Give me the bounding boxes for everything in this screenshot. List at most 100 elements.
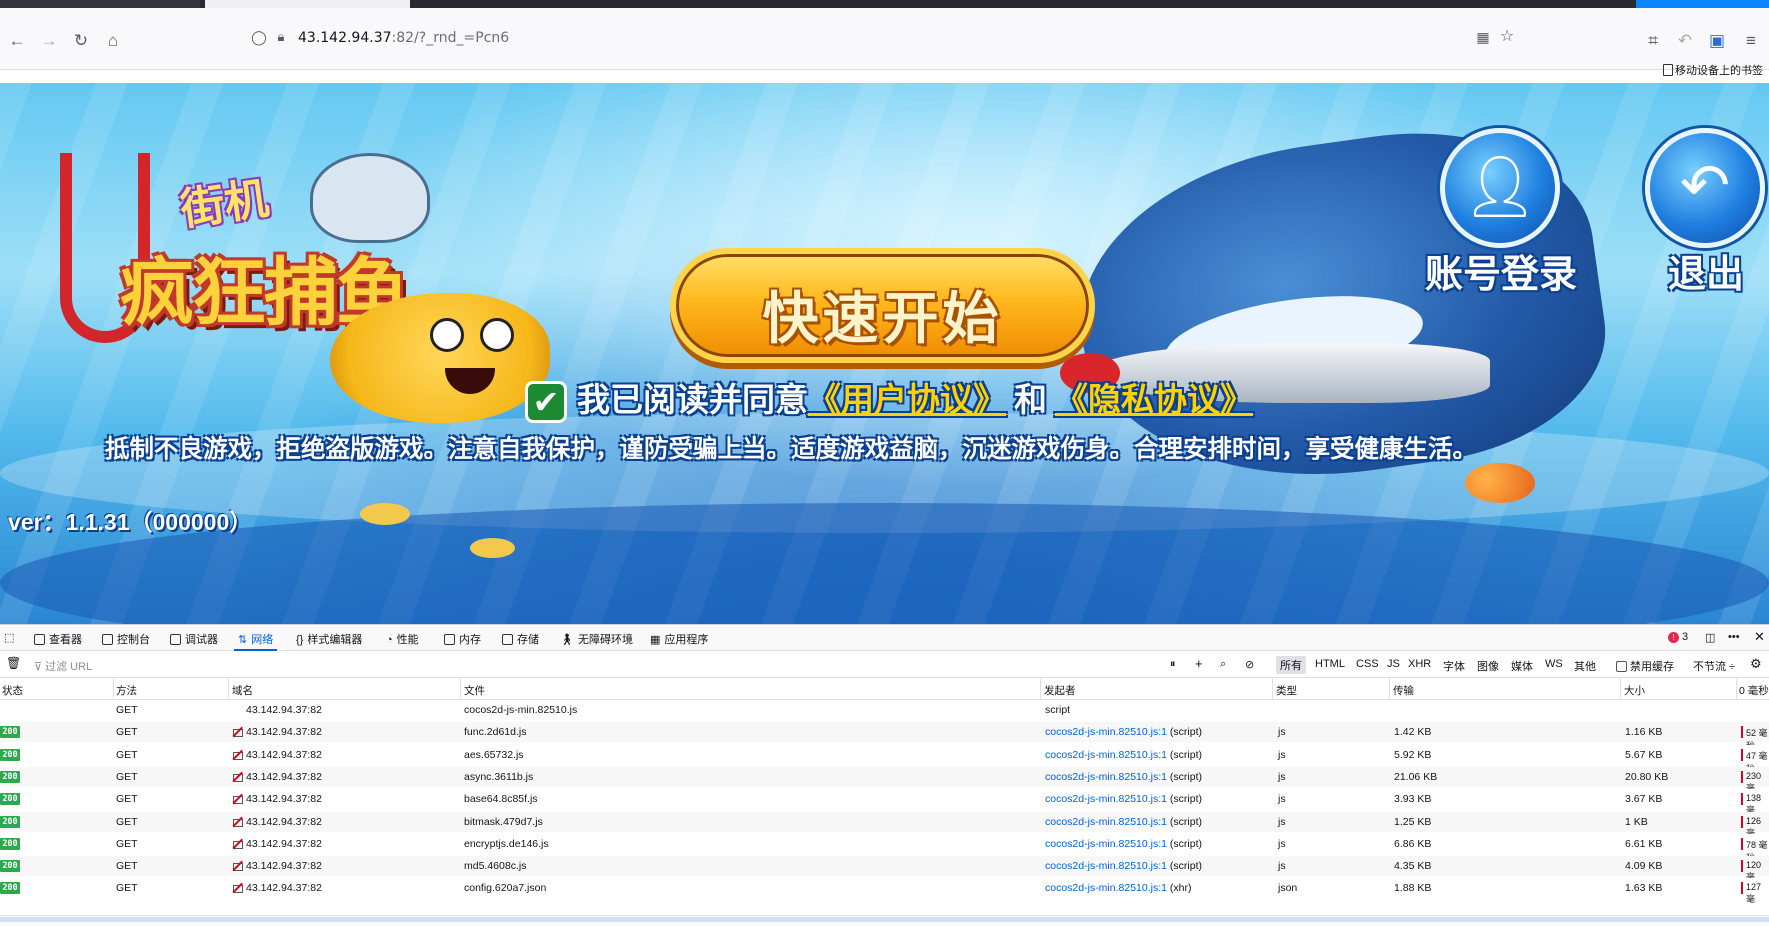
type-filter-css[interactable]: CSS bbox=[1356, 658, 1379, 670]
initiator-link[interactable]: cocos2d-js-min.82510.js:1 bbox=[1045, 860, 1167, 872]
waterfall-bar bbox=[1741, 793, 1743, 806]
mobile-bookmarks[interactable]: 移动设备上的书签 bbox=[1663, 62, 1763, 78]
network-request-row[interactable]: 200 GET 43.142.94.37:82 md5.4608c.js cocos2d… bbox=[0, 856, 1769, 882]
initiator-cause: (script) bbox=[1169, 837, 1202, 850]
dock-icon[interactable]: ◫ bbox=[1705, 631, 1715, 644]
initiator-link[interactable]: cocos2d-js-min.82510.js:1 bbox=[1045, 838, 1167, 850]
quick-start-button[interactable]: 快速开始 bbox=[670, 248, 1095, 363]
url-text[interactable]: 43.142.94.37:82/?_rnd_=Pcn6 bbox=[298, 30, 509, 46]
tab-memory[interactable]: 内存 bbox=[444, 631, 481, 647]
account-login-label[interactable]: 账号登录 bbox=[1425, 243, 1577, 298]
type-filter-xhr[interactable]: XHR bbox=[1408, 658, 1431, 670]
initiator-link[interactable]: cocos2d-js-min.82510.js:1 bbox=[1045, 749, 1167, 761]
network-request-row[interactable]: 200 GET 43.142.94.37:82 aes.65732.js cocos2d… bbox=[0, 744, 1769, 774]
menu-icon[interactable]: ≡ bbox=[1738, 28, 1764, 54]
game-canvas[interactable]: 街机 疯狂捕鱼 快速开始 👤︎ 账号登录 ↶ 退出 ✔ 我已阅读并同意《用户协议》… bbox=[0, 83, 1769, 624]
reload-icon[interactable]: ↻ bbox=[68, 28, 94, 54]
type-filter-media[interactable]: 媒体 bbox=[1511, 658, 1533, 674]
network-request-row[interactable]: GET 43.142.94.37:82 cocos2d-js-min.82510.j… bbox=[0, 700, 1769, 720]
block-icon[interactable]: ⊘ bbox=[1245, 658, 1254, 671]
screenshot-icon[interactable]: ⌗ bbox=[1640, 28, 1666, 54]
user-agreement-link[interactable]: 《用户协议》 bbox=[808, 381, 1006, 418]
column-waterfall[interactable]: 0 毫秒 bbox=[1739, 683, 1769, 698]
network-request-row[interactable]: 200 GET 43.142.94.37:82 base64.8c85f.js coco… bbox=[0, 789, 1769, 815]
forward-icon[interactable]: → bbox=[36, 28, 62, 54]
horizontal-scrollbar[interactable] bbox=[0, 917, 1769, 922]
initiator-link[interactable]: cocos2d-js-min.82510.js:1 bbox=[1045, 793, 1167, 805]
tab-accessibility[interactable]: 🚶︎ 无障碍环境 bbox=[560, 631, 633, 647]
network-request-row[interactable]: 200 GET 43.142.94.37:82 config.620a7.json co… bbox=[0, 878, 1769, 904]
mobile-bookmarks-label: 移动设备上的书签 bbox=[1675, 65, 1763, 77]
column-domain[interactable]: 域名 bbox=[232, 683, 253, 698]
settings-gear-icon[interactable]: ⚙ bbox=[1750, 656, 1762, 672]
tab-debugger-label: 调试器 bbox=[185, 634, 218, 646]
initiator-link[interactable]: cocos2d-js-min.82510.js:1 bbox=[1045, 726, 1167, 738]
home-icon[interactable]: ⌂ bbox=[100, 28, 126, 54]
browser-tab-2[interactable] bbox=[205, 0, 410, 8]
type-filter-image[interactable]: 图像 bbox=[1477, 658, 1499, 674]
network-request-row[interactable]: 200 GET 43.142.94.37:82 async.3611b.js cocos… bbox=[0, 766, 1769, 793]
type-filter-all[interactable]: 所有 bbox=[1276, 656, 1306, 674]
trash-icon[interactable]: 🗑︎ bbox=[6, 656, 21, 670]
more-options-icon[interactable]: ••• bbox=[1728, 631, 1740, 643]
back-icon[interactable]: ← bbox=[4, 28, 30, 54]
filter-url-input[interactable]: ⊽ 过滤 URL bbox=[34, 658, 92, 674]
pause-icon[interactable]: ⏸ bbox=[1170, 658, 1176, 671]
network-table-header: 状态 方法 域名 文件 发起者 类型 传输 大小 0 毫秒 bbox=[0, 678, 1769, 700]
column-method[interactable]: 方法 bbox=[116, 683, 137, 698]
type-filter-ws[interactable]: WS bbox=[1545, 658, 1563, 670]
type-filter-font[interactable]: 字体 bbox=[1443, 658, 1465, 674]
network-request-row[interactable]: 200 GET 43.142.94.37:82 bitmask.479d7.js coc… bbox=[0, 811, 1769, 838]
pick-element-icon[interactable]: ⬚ bbox=[4, 631, 14, 644]
url-bar[interactable]: ◯ 🔒︎ 43.142.94.37:82/?_rnd_=Pcn6 ▦ ☆ bbox=[240, 24, 1530, 54]
bookmark-star-icon[interactable]: ☆ bbox=[1494, 24, 1520, 50]
type-filter-other[interactable]: 其他 bbox=[1574, 658, 1596, 674]
network-request-row[interactable]: 200 GET 43.142.94.37:82 func.2d61d.js cocos2… bbox=[0, 722, 1769, 751]
insecure-lock-icon[interactable]: 🔒︎ bbox=[268, 24, 294, 50]
agreement-checkbox[interactable]: ✔ bbox=[525, 381, 567, 424]
account-login-button[interactable]: 👤︎ bbox=[1440, 128, 1560, 248]
plus-icon[interactable]: + bbox=[1195, 656, 1203, 671]
column-initiator[interactable]: 发起者 bbox=[1044, 683, 1076, 698]
search-icon[interactable]: ⌕ bbox=[1220, 658, 1226, 671]
tab-style-editor[interactable]: {} 样式编辑器 bbox=[296, 631, 362, 647]
browser-tab-1[interactable] bbox=[0, 0, 200, 8]
column-size[interactable]: 大小 bbox=[1624, 683, 1645, 698]
initiator-link[interactable]: cocos2d-js-min.82510.js:1 bbox=[1045, 816, 1167, 828]
column-status[interactable]: 状态 bbox=[2, 683, 23, 698]
type-filter-html[interactable]: HTML bbox=[1315, 658, 1345, 670]
exit-button[interactable]: ↶ bbox=[1645, 128, 1765, 248]
column-file[interactable]: 文件 bbox=[464, 683, 485, 698]
privacy-agreement-link[interactable]: 《隐私协议》 bbox=[1055, 381, 1253, 418]
qr-code-icon[interactable]: ▦ bbox=[1470, 24, 1496, 50]
waterfall-bar bbox=[1741, 770, 1743, 783]
undo-icon[interactable]: ↶ bbox=[1672, 28, 1698, 54]
tab-console[interactable]: 控制台 bbox=[102, 631, 150, 647]
disable-cache-label: 禁用缓存 bbox=[1630, 661, 1674, 673]
close-devtools-icon[interactable]: ✕ bbox=[1754, 629, 1765, 645]
type-filter-js[interactable]: JS bbox=[1387, 658, 1400, 670]
tab-storage[interactable]: 存储 bbox=[502, 631, 539, 647]
tab-debugger[interactable]: 调试器 bbox=[170, 631, 218, 647]
tab-inspector[interactable]: 查看器 bbox=[34, 631, 82, 647]
network-request-row[interactable]: 200 GET 43.142.94.37:82 encryptjs.de146.js c… bbox=[0, 833, 1769, 863]
exit-label[interactable]: 退出 bbox=[1668, 243, 1744, 298]
request-transferred: 1.42 KB bbox=[1394, 726, 1432, 739]
request-method: GET bbox=[116, 860, 138, 873]
initiator-link[interactable]: cocos2d-js-min.82510.js:1 bbox=[1045, 771, 1167, 783]
column-transferred[interactable]: 传输 bbox=[1393, 683, 1414, 698]
initiator-cause: (script) bbox=[1169, 748, 1202, 761]
request-initiator: cocos2d-js-min.82510.js:1 (script) bbox=[1045, 816, 1202, 828]
throttle-select[interactable]: 不节流 ÷ bbox=[1693, 658, 1735, 674]
error-counter[interactable]: ! 3 bbox=[1668, 631, 1688, 643]
tab-application[interactable]: ▦ 应用程序 bbox=[650, 631, 708, 647]
account-button[interactable] bbox=[1636, 0, 1769, 8]
disable-cache-checkbox[interactable]: 禁用缓存 bbox=[1616, 658, 1674, 674]
request-method: GET bbox=[116, 704, 138, 716]
initiator-link[interactable]: cocos2d-js-min.82510.js:1 bbox=[1045, 882, 1167, 894]
initiator-cause: (script) bbox=[1169, 793, 1202, 806]
column-type[interactable]: 类型 bbox=[1276, 683, 1297, 698]
tab-network[interactable]: ⇅ 网络 bbox=[233, 631, 278, 651]
tab-performance[interactable]: ◔ 性能 bbox=[386, 631, 419, 647]
extension-icon[interactable]: ▣ bbox=[1704, 28, 1730, 54]
